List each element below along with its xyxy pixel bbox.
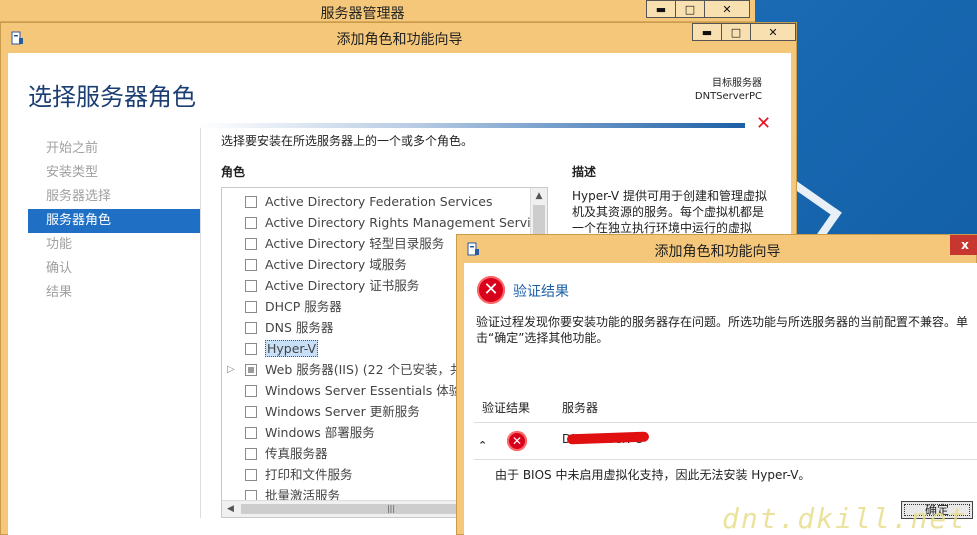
server-manager-titlebar[interactable]: 服务器管理器 ▬ □ ✕ — [0, 0, 755, 22]
collapse-chevron-icon[interactable]: ⌃ — [478, 439, 487, 452]
nav-item-results[interactable]: 结果 — [28, 281, 200, 305]
role-checkbox[interactable] — [245, 448, 257, 460]
maximize-button[interactable]: □ — [675, 0, 705, 18]
role-checkbox[interactable] — [245, 406, 257, 418]
role-checkbox[interactable] — [245, 343, 257, 355]
minimize-button[interactable]: ▬ — [692, 23, 722, 41]
target-server-label: 目标服务器 — [712, 78, 762, 89]
role-label: Windows Server 更新服务 — [265, 404, 420, 419]
close-button[interactable]: ✕ — [704, 0, 750, 18]
role-label: Windows 部署服务 — [265, 425, 375, 440]
maximize-button[interactable]: □ — [721, 23, 751, 41]
page-title: 选择服务器角色 — [28, 83, 196, 111]
nav-divider — [200, 128, 201, 518]
server-manager-title: 服务器管理器 — [320, 6, 405, 22]
nav-item-confirmation[interactable]: 确认 — [28, 257, 200, 281]
dialog-body: ✕ 验证结果 验证过程发现你要安装功能的服务器存在问题。所选功能与所选服务器的当… — [464, 263, 977, 535]
result-detail-text: 由于 BIOS 中未启用虚拟化支持，因此无法安装 Hyper-V。 — [495, 468, 811, 482]
role-label: Active Directory 证书服务 — [265, 278, 420, 293]
wizard-titlebar[interactable]: 添加角色和功能向导 ▬ □ ✕ — [1, 23, 798, 53]
error-icon[interactable]: ✕ — [756, 113, 771, 134]
column-header-result[interactable]: 验证结果 — [482, 399, 530, 416]
nav-item-installation-type[interactable]: 安装类型 — [28, 161, 200, 185]
close-button[interactable]: ✕ — [750, 23, 796, 41]
role-checkbox[interactable] — [245, 280, 257, 292]
role-label: Active Directory Federation Services — [265, 194, 493, 209]
role-label: 传真服务器 — [265, 446, 328, 461]
dialog-message: 验证过程发现你要安装功能的服务器存在问题。所选功能与所选服务器的当前配置不兼容。… — [476, 315, 969, 345]
description-text: Hyper-V 提供可用于创建和管理虚拟机及其资源的服务。每个虚拟机都是一个在独… — [572, 189, 767, 235]
column-header-server[interactable]: 服务器 — [562, 399, 598, 416]
grid-divider — [474, 422, 977, 423]
wizard-nav: 开始之前 安装类型 服务器选择 服务器角色 功能 确认 结果 — [28, 137, 200, 305]
role-checkbox[interactable] — [245, 217, 257, 229]
row-error-icon: ✕ — [507, 431, 527, 451]
target-server-name: DNTServerPC — [694, 91, 762, 102]
description-header: 描述 — [572, 165, 597, 179]
results-grid-header: 验证结果 服务器 — [464, 394, 977, 418]
role-label: Web 服务器(IIS) (22 个已安装，共 4 — [265, 362, 475, 377]
role-checkbox[interactable] — [245, 238, 257, 250]
instruction-text: 选择要安装在所选服务器上的一个或多个角色。 — [221, 134, 474, 148]
nav-item-before-you-begin[interactable]: 开始之前 — [28, 137, 200, 161]
expand-arrow-icon[interactable]: ▷ — [227, 359, 235, 380]
dialog-titlebar[interactable]: 添加角色和功能向导 x — [457, 235, 977, 263]
role-checkbox[interactable] — [245, 259, 257, 271]
role-label: Active Directory 域服务 — [265, 257, 407, 272]
role-item[interactable]: Active Directory Rights Management Servi… — [222, 212, 547, 233]
scroll-left-arrow-icon[interactable]: ◀ — [222, 501, 239, 517]
role-checkbox[interactable] — [245, 196, 257, 208]
role-label: Windows Server Essentials 体验 — [265, 383, 462, 398]
role-label: DNS 服务器 — [265, 320, 334, 335]
nav-item-server-roles[interactable]: 服务器角色 — [28, 209, 200, 233]
watermark-text: dnt.dkill.net — [722, 502, 968, 535]
error-icon: ✕ — [477, 276, 505, 304]
dialog-heading: 验证结果 — [513, 284, 569, 300]
role-checkbox[interactable] — [245, 427, 257, 439]
minimize-button[interactable]: ▬ — [646, 0, 676, 18]
nav-item-features[interactable]: 功能 — [28, 233, 200, 257]
role-label: Active Directory Rights Management Servi… — [265, 215, 548, 230]
role-label: 打印和文件服务 — [265, 467, 353, 482]
role-label: Hyper-V — [265, 340, 319, 357]
role-checkbox[interactable] — [245, 301, 257, 313]
validation-dialog: 添加角色和功能向导 x ✕ 验证结果 验证过程发现你要安装功能的服务器存在问题。… — [456, 234, 977, 535]
role-item[interactable]: Active Directory Federation Services — [222, 191, 547, 212]
nav-item-server-selection[interactable]: 服务器选择 — [28, 185, 200, 209]
role-label: Active Directory 轻型目录服务 — [265, 236, 445, 251]
role-checkbox[interactable] — [245, 469, 257, 481]
role-checkbox[interactable] — [245, 322, 257, 334]
dialog-title: 添加角色和功能向导 — [654, 244, 781, 260]
roles-header: 角色 — [221, 165, 246, 179]
row-divider — [474, 459, 977, 460]
wizard-title: 添加角色和功能向导 — [336, 32, 463, 48]
target-server-info: 目标服务器 DNTServerPC — [695, 77, 762, 103]
role-checkbox[interactable] — [245, 385, 257, 397]
progress-bar — [200, 123, 745, 128]
dialog-close-button[interactable]: x — [950, 235, 977, 255]
scroll-up-arrow-icon[interactable]: ▲ — [531, 188, 547, 205]
role-label: DHCP 服务器 — [265, 299, 342, 314]
role-checkbox[interactable] — [245, 364, 257, 376]
